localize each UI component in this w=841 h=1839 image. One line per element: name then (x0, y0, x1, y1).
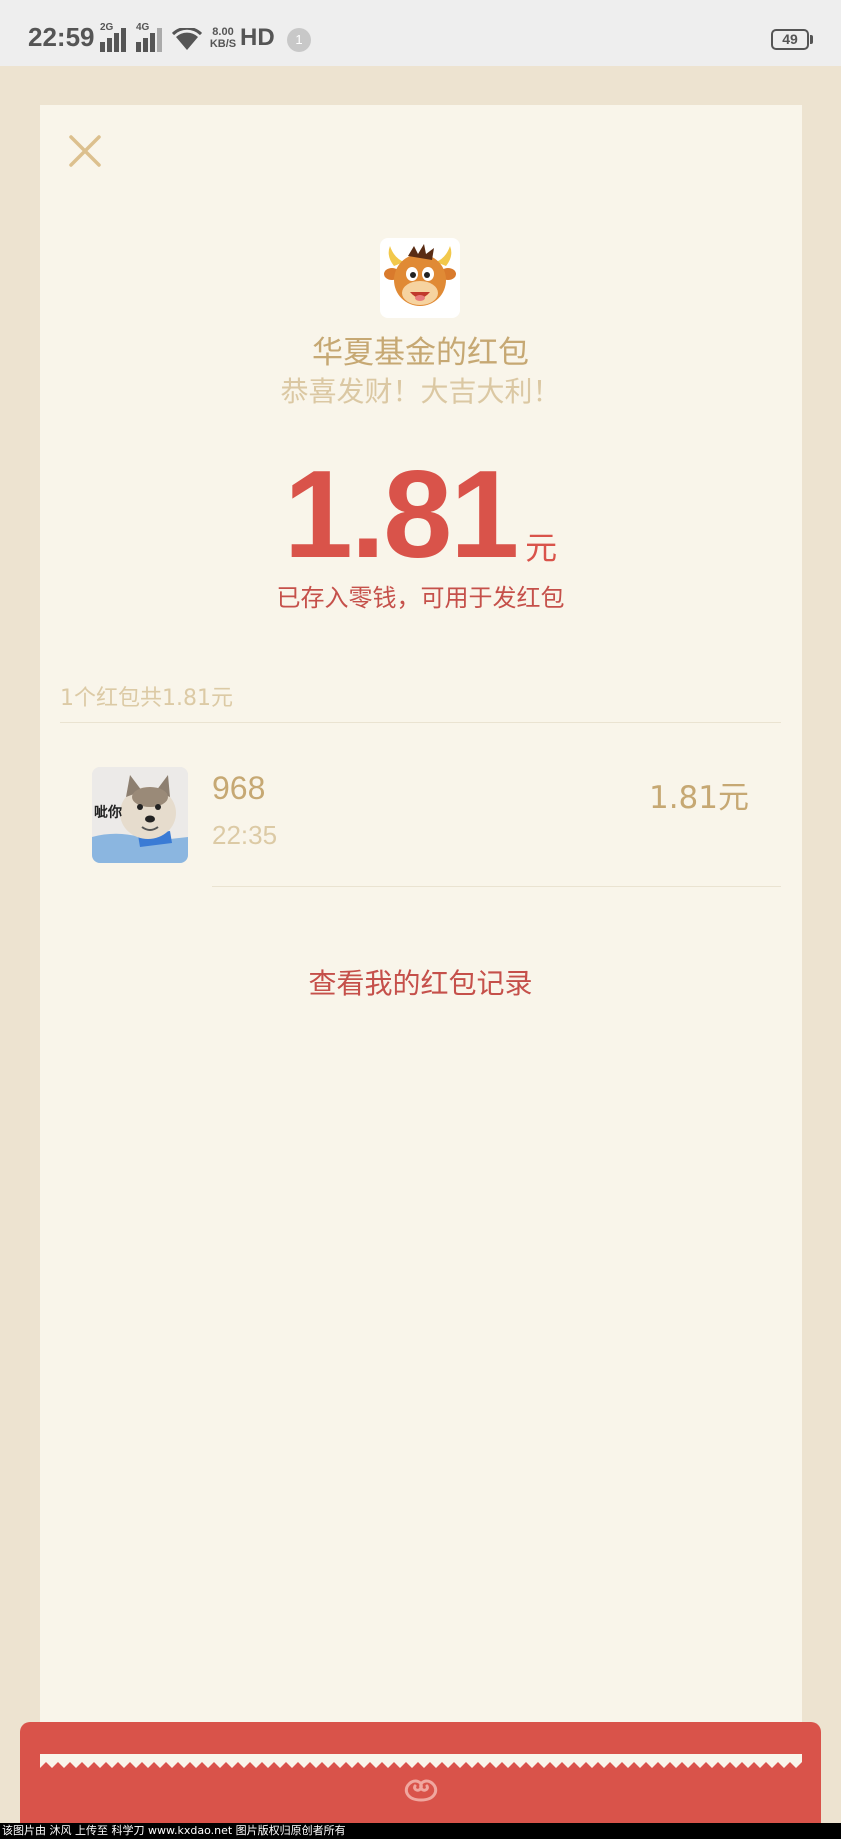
status-time: 22:59 (28, 22, 95, 52)
notification-count-badge: 1 (287, 28, 311, 52)
packet-summary: 1个红包共1.81元 (60, 686, 233, 711)
receive-time: 22:35 (212, 820, 278, 850)
bull-mascot-icon (384, 244, 456, 306)
battery-icon: 49 (771, 29, 809, 50)
view-my-records-link[interactable]: 查看我的红包记录 (0, 962, 841, 1002)
dog-meme-avatar-icon: 呲你 (92, 767, 188, 863)
hd-label: HD (240, 24, 275, 51)
signal-4g-label: 4G (136, 22, 150, 33)
net-speed: 8.00 KB/S (208, 26, 238, 50)
zigzag-edge (40, 1754, 802, 1768)
net-speed-value: 8.00 (212, 26, 234, 38)
amount-display: 1.81 元 (0, 450, 841, 580)
battery-level: 49 (782, 31, 798, 47)
signal-2g-label: 2G (100, 22, 114, 33)
receiver-amount: 1.81元 (648, 780, 749, 816)
blessing-message: 恭喜发财！大吉大利！ (280, 375, 561, 408)
amount-value: 1.81 (283, 446, 519, 584)
sender-avatar (380, 238, 460, 318)
divider (60, 722, 781, 723)
battery-tip (810, 35, 813, 44)
list-item[interactable]: 呲你 968 22:35 1.81元 (0, 760, 841, 890)
sender-name: 华夏基金的红包 (312, 335, 529, 371)
close-icon[interactable] (65, 131, 105, 171)
avatar: 呲你 (92, 767, 188, 863)
saved-to-balance-note: 已存入零钱，可用于发红包 (276, 584, 565, 612)
divider (212, 886, 781, 887)
swirl-logo-icon (404, 1779, 438, 1802)
receiver-name: 968 (212, 770, 266, 806)
status-bar: 22:59 2G 4G 8.00 KB/S HD 1 49 (0, 0, 841, 66)
net-speed-unit: KB/S (209, 38, 237, 50)
wifi-icon (172, 28, 202, 50)
watermark-text: 该图片由 沐风 上传至 科学刀 www.kxdao.net 图片版权归原创者所有 (0, 1823, 841, 1839)
avatar-caption: 呲你 (94, 804, 122, 821)
amount-unit: 元 (525, 529, 558, 567)
